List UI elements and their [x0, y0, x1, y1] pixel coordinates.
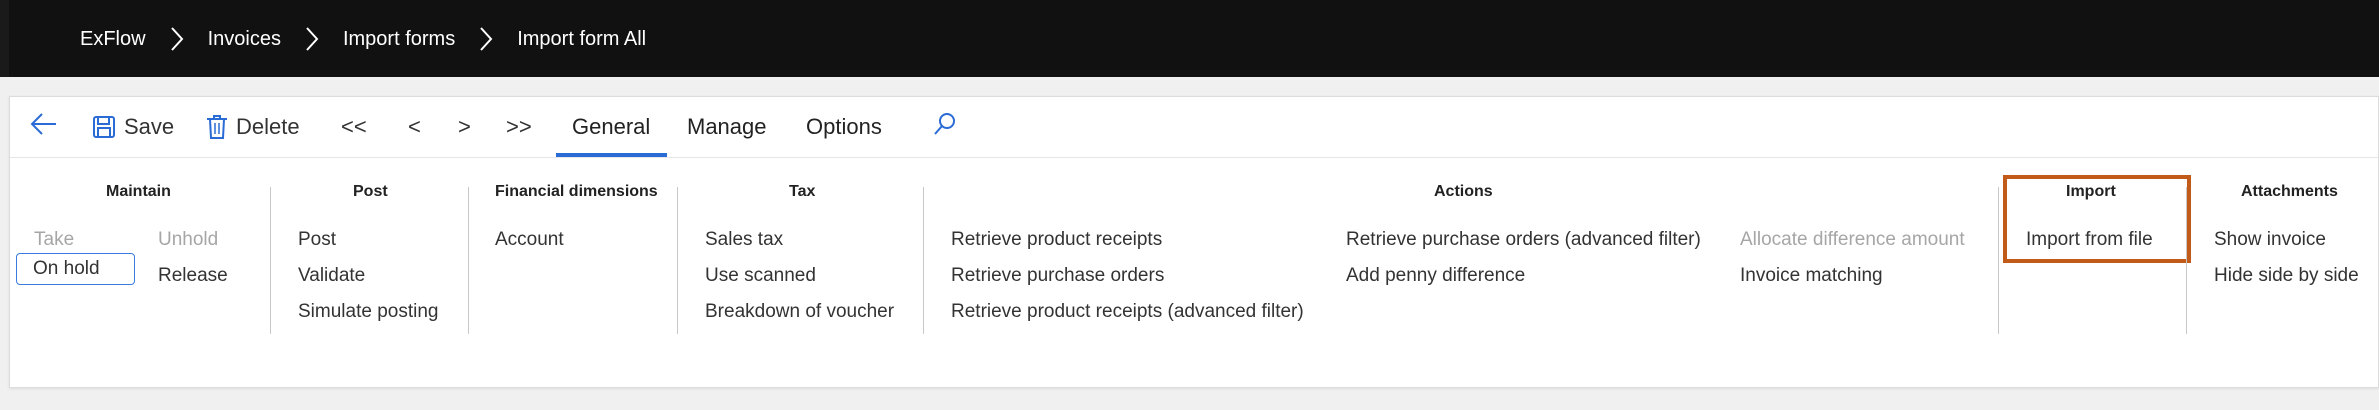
delete-label: Delete — [236, 114, 300, 139]
hide-side-by-side-button[interactable]: Hide side by side — [2214, 265, 2359, 287]
delete-icon — [206, 114, 228, 140]
breadcrumb-exflow[interactable]: ExFlow — [80, 28, 146, 51]
allocate-difference-amount-button[interactable]: Allocate difference amount — [1740, 229, 1965, 251]
simulate-posting-button[interactable]: Simulate posting — [298, 301, 438, 323]
chevron-right-icon — [160, 24, 194, 54]
breadcrumb-import-form-all[interactable]: Import form All — [517, 28, 646, 51]
group-divider — [1998, 187, 1999, 334]
group-divider — [923, 187, 924, 334]
save-button[interactable]: Save — [92, 97, 174, 157]
validate-button[interactable]: Validate — [298, 265, 365, 287]
retrieve-product-receipts-button[interactable]: Retrieve product receipts — [951, 229, 1162, 251]
show-invoice-button[interactable]: Show invoice — [2214, 229, 2326, 251]
delete-button[interactable]: Delete — [206, 97, 300, 157]
tab-options[interactable]: Options — [806, 97, 882, 157]
top-navigation-bar: ExFlow Invoices Import forms Import form… — [0, 0, 2379, 77]
group-title-financial-dimensions: Financial dimensions — [495, 183, 658, 200]
retrieve-purchase-orders-button[interactable]: Retrieve purchase orders — [951, 265, 1164, 287]
release-button[interactable]: Release — [158, 265, 228, 287]
last-record-button[interactable]: >> — [506, 97, 532, 157]
group-title-attachments: Attachments — [2241, 183, 2338, 200]
add-penny-difference-button[interactable]: Add penny difference — [1346, 265, 1525, 287]
breadcrumb-import-forms[interactable]: Import forms — [343, 28, 455, 51]
next-record-button[interactable]: > — [458, 97, 471, 157]
unhold-button[interactable]: Unhold — [158, 229, 218, 251]
search-icon — [932, 111, 958, 143]
group-divider — [270, 187, 271, 334]
workspace: Save Delete << < > >> General Manage Opt… — [0, 77, 2379, 410]
account-button[interactable]: Account — [495, 229, 564, 251]
group-title-actions: Actions — [1434, 183, 1493, 200]
chevron-right-icon — [469, 24, 503, 54]
breadcrumb: ExFlow Invoices Import forms Import form… — [80, 24, 646, 54]
invoice-matching-button[interactable]: Invoice matching — [1740, 265, 1883, 287]
chevron-right-icon — [295, 24, 329, 54]
on-hold-button[interactable]: On hold — [16, 253, 135, 285]
retrieve-product-receipts-advanced-button[interactable]: Retrieve product receipts (advanced filt… — [951, 301, 1304, 323]
group-divider — [468, 187, 469, 334]
group-divider — [677, 187, 678, 334]
toolbar: Save Delete << < > >> General Manage Opt… — [10, 97, 2378, 158]
first-record-button[interactable]: << — [341, 97, 367, 157]
group-title-maintain: Maintain — [106, 183, 171, 200]
post-button[interactable]: Post — [298, 229, 336, 251]
back-arrow-icon — [30, 112, 58, 142]
group-title-import: Import — [2066, 183, 2116, 200]
group-title-tax: Tax — [789, 183, 816, 200]
breadcrumb-invoices[interactable]: Invoices — [208, 28, 281, 51]
tab-general[interactable]: General — [572, 97, 650, 157]
breakdown-of-voucher-button[interactable]: Breakdown of voucher — [705, 301, 894, 323]
import-from-file-button[interactable]: Import from file — [2026, 229, 2153, 251]
ribbon: Maintain Take Unhold On hold Release Pos… — [10, 157, 2378, 387]
use-scanned-button[interactable]: Use scanned — [705, 265, 816, 287]
retrieve-purchase-orders-advanced-button[interactable]: Retrieve purchase orders (advanced filte… — [1346, 229, 1701, 251]
previous-record-button[interactable]: < — [408, 97, 421, 157]
save-label: Save — [124, 114, 175, 139]
back-button[interactable] — [30, 97, 58, 157]
group-title-post: Post — [353, 183, 388, 200]
save-icon — [92, 115, 116, 139]
search-button[interactable] — [932, 97, 958, 157]
group-divider — [2186, 187, 2187, 334]
action-pane: Save Delete << < > >> General Manage Opt… — [9, 96, 2379, 388]
sales-tax-button[interactable]: Sales tax — [705, 229, 783, 251]
take-button[interactable]: Take — [34, 229, 74, 251]
tab-manage[interactable]: Manage — [687, 97, 767, 157]
